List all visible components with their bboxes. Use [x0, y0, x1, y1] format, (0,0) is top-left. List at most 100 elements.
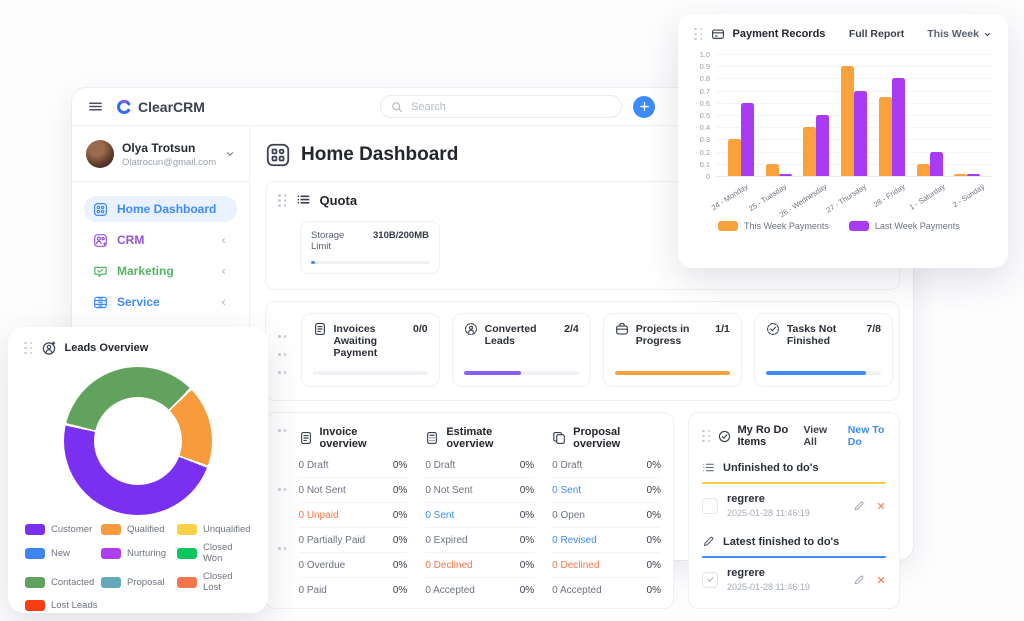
legend-swatch [177, 524, 197, 535]
sidebar-item-home-dashboard[interactable]: Home Dashboard [84, 196, 237, 222]
todo-section-header: Unfinished to do's [702, 461, 886, 474]
bar-last-week-payments-28-friday [892, 78, 905, 176]
overview-row-value: 0% [393, 485, 407, 496]
drag-handle-icon[interactable] [702, 430, 711, 443]
bar-group-24-monday [728, 103, 754, 176]
sidebar-item-service[interactable]: Service [84, 289, 237, 315]
x-tick: 24 - Monday [716, 177, 755, 221]
leads-overview-panel: Leads Overview CustomerQualifiedUnqualif… [8, 327, 268, 613]
stat-card-invoices-awaiting-payment[interactable]: Invoices Awaiting Payment0/0 [301, 313, 440, 387]
quota-icon [296, 193, 311, 208]
overview-row-value: 0% [520, 560, 534, 571]
legend-label: Qualified [127, 524, 165, 535]
service-icon [93, 295, 108, 310]
overview-row-label: 0 Revised [552, 535, 596, 546]
legend-item-lost-leads: Lost Leads [25, 600, 99, 611]
y-tick-label: 0.6 [700, 99, 710, 108]
todo-item-actions [853, 500, 886, 512]
y-tick-label: 0.2 [700, 148, 710, 157]
drag-handle-icon[interactable] [278, 335, 287, 387]
edit-icon[interactable] [853, 574, 865, 586]
bar-this-week-payments-2-sunday [954, 174, 967, 176]
overview-row: 0 Not Sent0% [299, 478, 408, 503]
view-all-link[interactable]: View All [803, 424, 831, 448]
overview-row-value: 0% [393, 560, 407, 571]
legend-swatch [177, 548, 197, 559]
todo-item-name: regrere [727, 493, 810, 505]
overview-row-label: 0 Sent [552, 485, 581, 496]
delete-icon[interactable] [876, 501, 886, 511]
pencil-icon [702, 535, 715, 548]
y-tick-label: 0.7 [700, 87, 710, 96]
search-input[interactable] [409, 100, 611, 114]
leads-donut-chart [64, 367, 212, 515]
sidebar-item-label: Home Dashboard [117, 202, 216, 216]
drag-handle-icon[interactable] [694, 28, 703, 41]
stat-progress-bar [615, 371, 730, 375]
delete-icon[interactable] [876, 575, 886, 585]
stat-card-projects-in-progress[interactable]: Projects in Progress1/1 [603, 313, 742, 387]
new-todo-link[interactable]: New To Do [848, 424, 886, 448]
overview-column-header: Estimate overview [425, 426, 534, 450]
overview-row-label: 0 Not Sent [425, 485, 472, 496]
stat-card-tasks-not-finished[interactable]: Tasks Not Finished7/8 [754, 313, 893, 387]
drag-handle-icon[interactable] [24, 342, 33, 355]
drag-handle-icon[interactable] [278, 194, 287, 207]
stat-card-converted-leads[interactable]: Converted Leads2/4 [452, 313, 591, 387]
y-axis: 00.10.20.30.40.50.60.70.80.91.0 [694, 54, 716, 176]
legend-label: Proposal [127, 577, 165, 588]
sidebar-item-label: CRM [117, 233, 144, 247]
legend-swatch [177, 577, 197, 588]
chevron-left-icon [219, 298, 228, 307]
todo-checkbox[interactable] [702, 572, 718, 588]
chevron-left-icon [219, 267, 228, 276]
leads-legend: CustomerQualifiedUnqualifiedNewNurturing… [24, 524, 252, 611]
y-tick-label: 1.0 [700, 50, 710, 59]
drag-handle-icon[interactable] [278, 429, 287, 604]
storage-limit-card: Storage Limit 310B/200MB [300, 221, 440, 274]
quota-title: Quota [320, 193, 358, 208]
leads-overview-title: Leads Overview [65, 342, 149, 354]
overview-row-label: 0 Declined [552, 560, 599, 571]
search-box[interactable] [380, 95, 622, 118]
bars [716, 54, 992, 176]
estimate-overview-icon [425, 431, 439, 445]
todo-item-datetime: 2025-01-28 11:46:19 [727, 582, 810, 592]
overview-row-value: 0% [647, 485, 661, 496]
todo-item-info: regrere2025-01-28 11:46:19 [727, 493, 810, 518]
add-button[interactable] [633, 96, 655, 118]
edit-icon[interactable] [853, 500, 865, 512]
legend-swatch [25, 524, 45, 535]
legend-item-new: New [25, 542, 99, 564]
overview-row-label: 0 Declined [425, 560, 472, 571]
overview-row: 0 Declined0% [552, 553, 661, 578]
bar-last-week-payments-27-thursday [854, 91, 867, 176]
overview-row-value: 0% [520, 585, 534, 596]
legend-label: Last Week Payments [875, 221, 960, 231]
overview-row-value: 0% [647, 535, 661, 546]
legend-label: Customer [51, 524, 92, 535]
overview-column-title: Proposal overview [573, 426, 661, 450]
check-circle-icon [718, 430, 731, 443]
stat-card-label: Tasks Not Finished [787, 323, 860, 347]
storage-limit-value: 310B/200MB [373, 230, 429, 252]
range-dropdown[interactable]: This Week [927, 28, 992, 40]
full-report-link[interactable]: Full Report [849, 28, 904, 40]
sidebar-item-crm[interactable]: CRM [84, 227, 237, 253]
overview-column-title: Estimate overview [446, 426, 534, 450]
todo-checkbox[interactable] [702, 498, 718, 514]
y-tick-label: 0.4 [700, 123, 710, 132]
overview-row: 0 Expired0% [425, 528, 534, 553]
payment-card-icon [711, 27, 725, 41]
user-profile[interactable]: Olya Trotsun Olatrocun@gmail.com [72, 132, 249, 182]
leads-icon [464, 322, 478, 336]
overview-row-value: 0% [520, 510, 534, 521]
menu-icon[interactable] [88, 99, 103, 114]
overview-row-label: 0 Partially Paid [299, 535, 366, 546]
x-tick: 1 - Saturday [913, 177, 952, 221]
legend-label: Closed Won [203, 542, 251, 564]
x-tick-label: 2 - Sunday [950, 182, 985, 209]
overview-row: 0 Sent0% [425, 503, 534, 528]
sidebar-item-marketing[interactable]: Marketing [84, 258, 237, 284]
invoice-icon [313, 322, 327, 336]
